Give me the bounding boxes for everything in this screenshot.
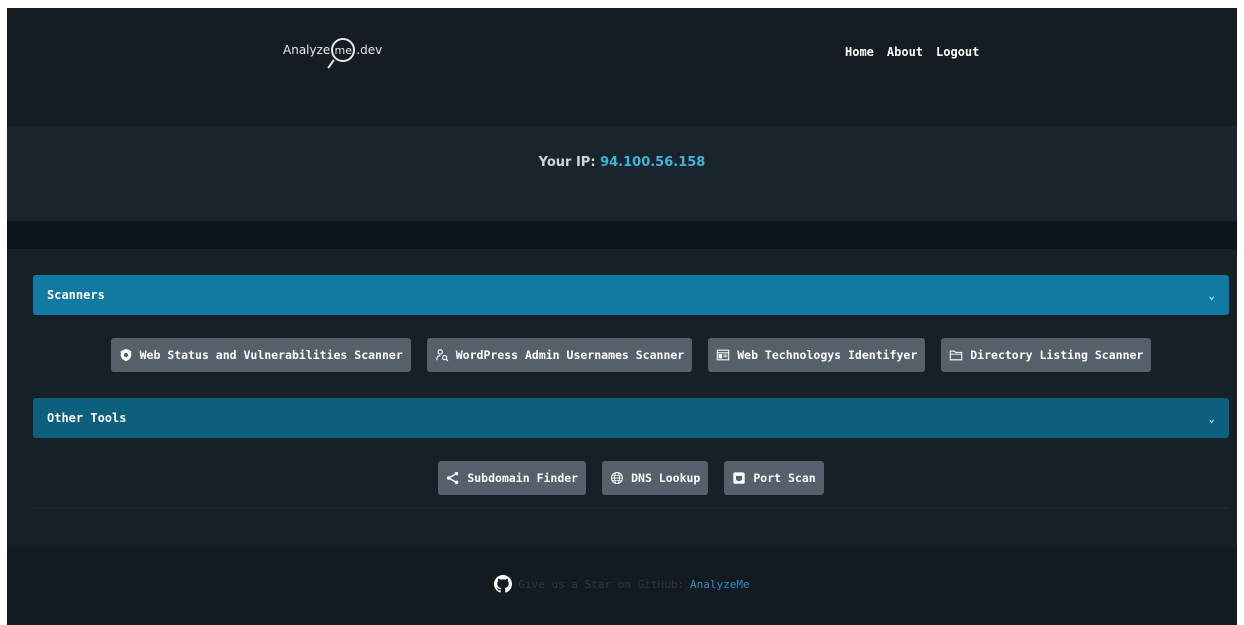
brand-suffix: .dev <box>356 43 383 57</box>
app-window: Analyze me .dev Home About Logout Your IP:… <box>7 8 1237 625</box>
band-divider <box>7 221 1237 249</box>
chevron-down-icon: ⌄ <box>1208 288 1215 302</box>
brand-ring: me <box>331 38 356 62</box>
port-icon <box>732 471 746 485</box>
user-search-icon <box>435 348 449 362</box>
other-tools-title: Other Tools <box>47 411 127 425</box>
wordpress-admin-scanner-button[interactable]: WordPress Admin Usernames Scanner <box>426 338 693 372</box>
shield-icon <box>119 348 133 362</box>
scanners-title: Scanners <box>47 288 105 302</box>
scanners-button-row: Web Status and Vulnerabilities Scanner W… <box>33 338 1229 372</box>
top-header <box>7 8 1237 126</box>
github-icon <box>494 575 513 593</box>
nav-about-link[interactable]: About <box>887 45 923 59</box>
folder-icon <box>949 348 963 362</box>
dns-lookup-label: DNS Lookup <box>631 471 701 485</box>
directory-listing-label: Directory Listing Scanner <box>970 348 1144 362</box>
nav-logout-link[interactable]: Logout <box>936 45 979 59</box>
section-divider <box>33 508 1229 509</box>
web-status-scanner-label: Web Status and Vulnerabilities Scanner <box>139 348 403 362</box>
web-technologies-label: Web Technologys Identifyer <box>737 348 918 362</box>
dns-lookup-button[interactable]: DNS Lookup <box>602 461 709 495</box>
ip-label: Your IP: <box>538 155 596 170</box>
other-tools-accordion-header[interactable]: Other Tools ⌄ <box>33 398 1229 438</box>
main-nav: Home About Logout <box>845 45 979 59</box>
other-tools-button-row: Subdomain Finder DNS Lookup Port Scan <box>33 461 1229 495</box>
brand-prefix: Analyze <box>283 43 331 57</box>
nav-home-link[interactable]: Home <box>845 45 874 59</box>
share-nodes-icon <box>446 471 460 485</box>
browser-window-icon <box>716 348 730 362</box>
ip-display: Your IP: 94.100.56.158 <box>7 155 1237 170</box>
footer-text: Give us a Star on GitHub: <box>518 577 684 591</box>
web-status-scanner-button[interactable]: Web Status and Vulnerabilities Scanner <box>110 338 411 372</box>
port-scan-label: Port Scan <box>753 471 816 485</box>
brand-logo[interactable]: Analyze me .dev <box>283 38 382 62</box>
ip-value: 94.100.56.158 <box>600 155 706 170</box>
globe-icon <box>610 471 624 485</box>
web-technologies-button[interactable]: Web Technologys Identifyer <box>708 338 926 372</box>
footer-line: Give us a Star on GitHub: AnalyzeMe <box>7 575 1237 593</box>
subdomain-finder-button[interactable]: Subdomain Finder <box>438 461 587 495</box>
subdomain-finder-label: Subdomain Finder <box>467 471 579 485</box>
wordpress-admin-scanner-label: WordPress Admin Usernames Scanner <box>455 348 685 362</box>
scanners-accordion-header[interactable]: Scanners ⌄ <box>33 275 1229 315</box>
github-repo-link[interactable]: AnalyzeMe <box>690 578 750 591</box>
chevron-down-icon: ⌄ <box>1208 411 1215 425</box>
port-scan-button[interactable]: Port Scan <box>724 461 824 495</box>
directory-listing-button[interactable]: Directory Listing Scanner <box>941 338 1152 372</box>
ip-banner <box>7 126 1237 221</box>
